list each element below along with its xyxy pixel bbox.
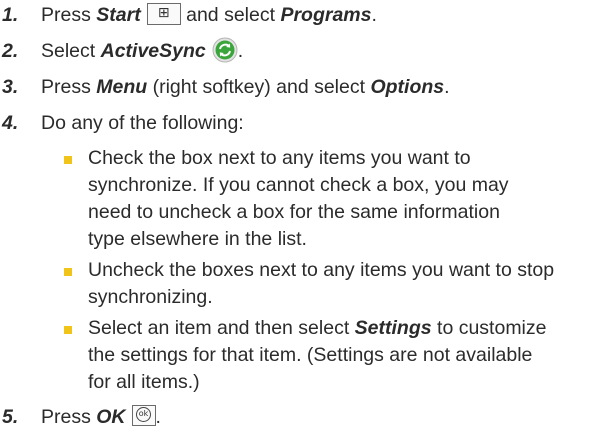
step-number: 4. bbox=[2, 112, 19, 134]
step-text: Press Menu (right softkey) and select Op… bbox=[41, 72, 450, 102]
subitem-line: synchronize. If you cannot check a box, … bbox=[88, 174, 509, 196]
step-text-mid: and select bbox=[180, 4, 281, 26]
step-text-post: . bbox=[155, 406, 161, 428]
activesync-label: ActiveSync bbox=[100, 40, 206, 62]
start-key-icon: ⊞ bbox=[146, 2, 181, 25]
ok-label: OK bbox=[96, 406, 126, 428]
step-text-pre: Select bbox=[41, 40, 101, 62]
subitem-line: Select an item and then select Settings … bbox=[88, 314, 547, 342]
ok-key-glyph: ok bbox=[136, 406, 152, 422]
step-text: Do any of the following: bbox=[41, 112, 244, 134]
step-number: 1. bbox=[2, 4, 19, 26]
step-text-pre: Press bbox=[41, 4, 97, 26]
settings-label: Settings bbox=[354, 317, 432, 339]
step-text-mid: (right softkey) and select bbox=[147, 76, 371, 98]
step-text-pre: Press bbox=[41, 406, 97, 428]
subitem-line: Uncheck the boxes next to any items you … bbox=[88, 259, 555, 281]
menu-label: Menu bbox=[96, 76, 148, 98]
start-label: Start bbox=[96, 4, 141, 26]
subitem-line: type elsewhere in the list. bbox=[88, 228, 307, 250]
step-text-post: . bbox=[237, 40, 244, 62]
bullet-icon bbox=[64, 156, 72, 164]
step-number: 3. bbox=[2, 76, 19, 98]
programs-label: Programs bbox=[280, 4, 372, 26]
step-text-post: . bbox=[444, 76, 450, 98]
bullet-icon bbox=[64, 326, 72, 334]
options-label: Options bbox=[370, 76, 445, 98]
subitem-line: the settings for that item. (Settings ar… bbox=[88, 344, 533, 366]
step-text: Select ActiveSync . bbox=[41, 36, 243, 66]
subitem-line: for all items.) bbox=[88, 371, 200, 393]
instructions-page: 1. Press Start ⊞ and select Programs. 2. … bbox=[0, 0, 596, 434]
step-text-post: . bbox=[371, 4, 377, 26]
step-number: 2. bbox=[2, 40, 19, 62]
activesync-icon bbox=[212, 37, 238, 63]
step-text: Press Start ⊞ and select Programs. bbox=[41, 0, 377, 30]
bullet-icon bbox=[64, 268, 72, 276]
subitem-line: synchronizing. bbox=[88, 286, 213, 308]
step-text: Press OK ok. bbox=[41, 402, 161, 432]
ok-key-icon: ok bbox=[131, 405, 156, 427]
subitem-text-post: to customize bbox=[431, 317, 547, 339]
subitem-text-pre: Select an item and then select bbox=[88, 317, 355, 339]
subitem-line: need to uncheck a box for the same infor… bbox=[88, 201, 500, 223]
subitem-line: Check the box next to any items you want… bbox=[88, 147, 471, 169]
step-text-pre: Press bbox=[41, 76, 97, 98]
step-number: 5. bbox=[2, 406, 19, 428]
